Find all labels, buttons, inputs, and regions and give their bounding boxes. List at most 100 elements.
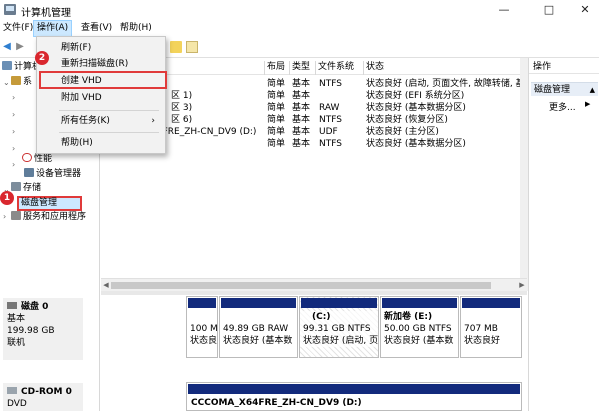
actions-more[interactable]: 更多... ▶ bbox=[549, 100, 590, 113]
partition-block-selected[interactable]: (C:) 99.31 GB NTFS 状态良好 (启动, 页 bbox=[299, 296, 379, 358]
close-button[interactable]: ✕ bbox=[570, 1, 599, 18]
volume-filesystem: UDF bbox=[319, 127, 338, 137]
services-icon bbox=[11, 211, 21, 220]
volume-list-horizontal-scrollbar[interactable]: ◀ ▶ bbox=[101, 278, 527, 291]
volume-type: 基本 bbox=[292, 103, 311, 113]
chevron-right-icon[interactable]: › bbox=[12, 108, 20, 122]
partition-block[interactable]: 707 MB 状态良好 bbox=[460, 296, 522, 358]
cd-rom-icon bbox=[7, 387, 17, 394]
partition-title bbox=[220, 311, 297, 323]
partition-bar bbox=[301, 298, 377, 308]
chevron-down-icon[interactable]: ⌄ bbox=[3, 76, 11, 90]
step-badge-2: 2 bbox=[35, 51, 49, 65]
actions-section-label: 磁盘管理 bbox=[534, 85, 571, 95]
partition-status: 状态良好 (启动, 页 bbox=[300, 335, 378, 347]
menu-item-attach-vhd[interactable]: 附加 VHD bbox=[37, 89, 165, 107]
menu-item-all-tasks[interactable]: 所有任务(K) › bbox=[37, 112, 165, 130]
submenu-right-icon: ▶ bbox=[585, 100, 591, 108]
action-menu-dropdown: 刷新(F) 重新扫描磁盘(R) 创建 VHD 附加 VHD 所有任务(K) › … bbox=[36, 36, 167, 154]
partition-size: 50.00 GB NTFS bbox=[384, 324, 452, 334]
chevron-right-icon[interactable]: › bbox=[12, 142, 20, 156]
volume-status: 状态良好 (基本数据分区) bbox=[366, 139, 466, 149]
volume-type: 基本 bbox=[292, 127, 311, 137]
actions-header: 操作 bbox=[529, 61, 599, 74]
volume-status: 状态良好 (EFI 系统分区) bbox=[366, 91, 465, 101]
partition-title: 新加卷 (E:) bbox=[384, 312, 433, 322]
computer-icon bbox=[2, 61, 12, 70]
tree-label-disk-management: 磁盘管理 bbox=[21, 198, 58, 208]
volume-filesystem: NTFS bbox=[319, 139, 342, 149]
volume-status: 状态良好 (启动, 页面文件, 故障转储, 基 bbox=[366, 79, 525, 89]
chevron-right-icon[interactable]: › bbox=[12, 91, 20, 105]
tools-icon bbox=[11, 76, 21, 85]
folder-icon[interactable] bbox=[170, 41, 182, 53]
disk-size: 199.98 GB bbox=[7, 326, 55, 336]
submenu-arrow-icon: › bbox=[151, 116, 155, 126]
column-header-status[interactable]: 状态 bbox=[363, 61, 523, 75]
menu-action[interactable]: 操作(A) bbox=[33, 20, 73, 37]
partition-bar bbox=[382, 298, 457, 308]
collapse-up-icon[interactable]: ▲ bbox=[590, 83, 595, 97]
menu-help[interactable]: 帮助(H) bbox=[117, 20, 155, 37]
back-icon[interactable]: ◀ bbox=[1, 41, 13, 53]
actions-section-disk-management[interactable]: 磁盘管理 ▲ bbox=[531, 82, 598, 96]
disk-name: 磁盘 0 bbox=[21, 302, 49, 312]
menu-item-help[interactable]: 帮助(H) bbox=[37, 134, 165, 152]
menu-item-all-tasks-label: 所有任务(K) bbox=[61, 116, 110, 126]
menu-separator bbox=[59, 110, 159, 111]
volume-layout: 简单 bbox=[267, 79, 286, 89]
partition-size: 49.89 GB RAW bbox=[223, 324, 289, 334]
column-header-type[interactable]: 类型 bbox=[289, 61, 315, 75]
partition-block[interactable]: 新加卷 (E:) 50.00 GB NTFS 状态良好 (基本数 bbox=[380, 296, 459, 358]
partition-block[interactable]: 100 M 状态良 bbox=[186, 296, 218, 358]
disk-state: 联机 bbox=[7, 338, 26, 348]
chevron-right-icon[interactable]: › bbox=[3, 210, 11, 224]
partition-title bbox=[461, 311, 521, 323]
partition-block[interactable]: 49.89 GB RAW 状态良好 (基本数 bbox=[219, 296, 298, 358]
column-header-layout[interactable]: 布局 bbox=[264, 61, 289, 75]
disk-0-label[interactable]: 磁盘 0 基本 199.98 GB 联机 bbox=[3, 298, 83, 360]
partition-size: 100 M bbox=[190, 324, 218, 334]
chevron-right-icon[interactable]: › bbox=[12, 125, 20, 139]
properties-icon[interactable] bbox=[186, 41, 198, 53]
column-header-filesystem[interactable]: 文件系统 bbox=[315, 61, 363, 75]
minimize-button[interactable]: — bbox=[489, 1, 519, 18]
tree-label-system: 系 bbox=[23, 77, 33, 87]
menu-view[interactable]: 查看(V) bbox=[78, 20, 115, 37]
cdrom-volume-block[interactable]: CCCOMA_X64FRE_ZH-CN_DV9 (D:) bbox=[186, 382, 522, 411]
storage-icon bbox=[11, 182, 21, 191]
volume-status: 状态良好 (恢复分区) bbox=[366, 115, 448, 125]
partition-status: 状态良好 (基本数 bbox=[384, 336, 454, 346]
chevron-right-icon[interactable]: › bbox=[12, 158, 20, 172]
tree-node-services[interactable]: 服务和应用程序 bbox=[11, 210, 86, 224]
device-manager-icon bbox=[24, 168, 34, 177]
partition-status: 状态良好 (基本数 bbox=[223, 336, 293, 346]
volume-type: 基本 bbox=[292, 139, 311, 149]
maximize-button[interactable]: □ bbox=[534, 1, 564, 18]
partition-bar bbox=[221, 298, 296, 308]
tree-node-disk-management[interactable]: 磁盘管理 bbox=[17, 196, 82, 211]
volume-list-vertical-scrollbar[interactable] bbox=[520, 58, 528, 291]
cdrom-volume-title: CCCOMA_X64FRE_ZH-CN_DV9 (D:) bbox=[191, 398, 362, 408]
volume-name: 区 6) bbox=[171, 115, 193, 125]
cdrom-0-label[interactable]: CD-ROM 0 DVD bbox=[3, 383, 83, 411]
forward-icon[interactable]: ▶ bbox=[14, 41, 26, 53]
volume-filesystem: NTFS bbox=[319, 115, 342, 125]
volume-layout: 简单 bbox=[267, 115, 286, 125]
cdrom-name: CD-ROM 0 bbox=[21, 387, 72, 397]
menu-file[interactable]: 文件(F) bbox=[0, 20, 36, 37]
partition-bar bbox=[188, 298, 216, 308]
tree-node-performance[interactable]: 性能 bbox=[22, 152, 52, 166]
actions-pane: 操作 磁盘管理 ▲ 更多... ▶ bbox=[528, 58, 599, 411]
volume-name: 区 3) bbox=[171, 103, 193, 113]
tree-node-system[interactable]: 系 bbox=[11, 75, 32, 89]
computer-management-icon bbox=[4, 4, 16, 15]
scrollbar-thumb[interactable] bbox=[111, 282, 491, 289]
tree-node-storage[interactable]: 存储 bbox=[11, 181, 41, 195]
performance-icon bbox=[22, 153, 32, 162]
volume-layout: 简单 bbox=[267, 91, 286, 101]
partition-title: (C:) bbox=[300, 311, 378, 323]
volume-type: 基本 bbox=[292, 115, 311, 125]
tree-node-device-manager[interactable]: 设备管理器 bbox=[24, 167, 81, 181]
partition-bar bbox=[188, 384, 520, 394]
